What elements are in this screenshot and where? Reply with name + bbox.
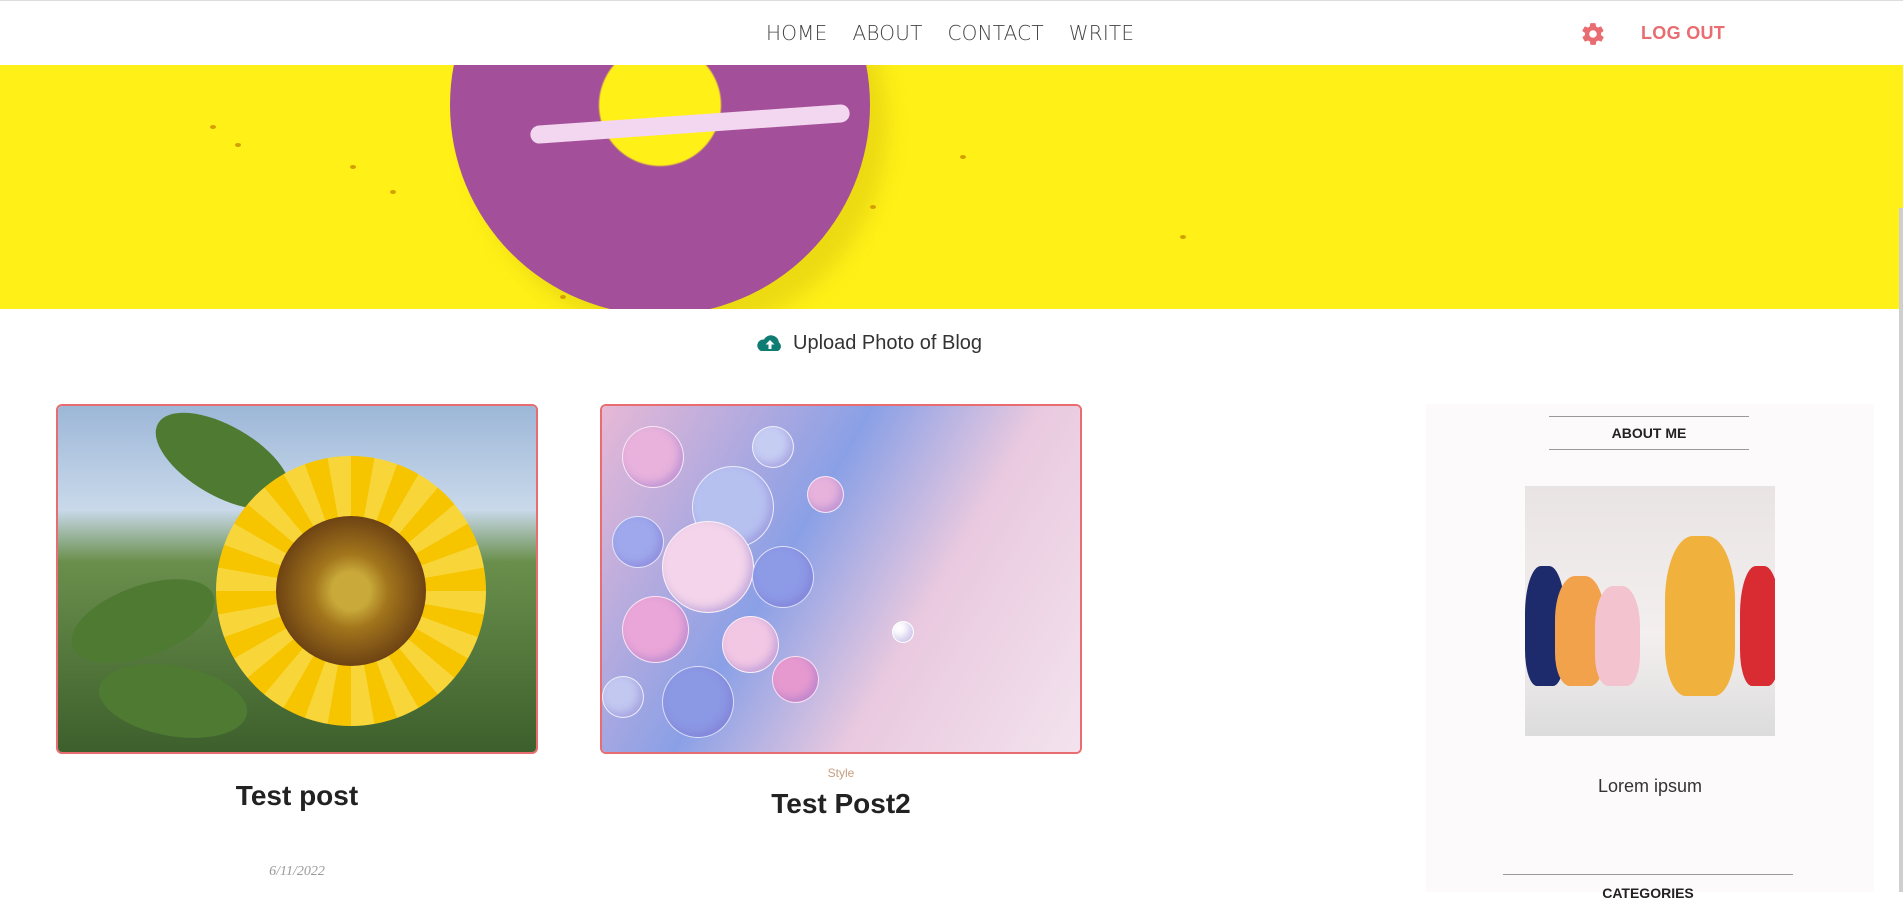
post-image[interactable] — [600, 404, 1082, 754]
header-banner-image — [0, 65, 1903, 309]
bubble — [752, 426, 794, 468]
about-me-image — [1525, 486, 1775, 736]
bubble — [807, 476, 844, 513]
figurine — [1595, 586, 1640, 686]
crumb — [560, 295, 566, 299]
gear-icon[interactable] — [1580, 21, 1606, 47]
categories-heading: CATEGORIES — [1503, 874, 1793, 901]
figurine — [1665, 536, 1735, 696]
post-title[interactable]: Test post — [56, 780, 538, 812]
sidebar: ABOUT ME Lorem ipsum CATEGORIES — [1426, 404, 1874, 901]
bubble — [722, 616, 779, 673]
post-title[interactable]: Test Post2 — [600, 788, 1082, 820]
main-nav: HOME ABOUT CONTACT WRITE — [766, 21, 1134, 45]
bubble — [662, 521, 754, 613]
about-me-heading: ABOUT ME — [1549, 416, 1749, 450]
crumb — [210, 125, 216, 129]
post-card[interactable]: Style Test Post2 — [600, 404, 1082, 872]
nav-home[interactable]: HOME — [766, 21, 827, 45]
leaf — [60, 562, 226, 680]
crumb — [960, 155, 966, 159]
bubble — [772, 656, 819, 703]
crumb — [1180, 235, 1186, 239]
bubble — [892, 621, 914, 643]
post-category[interactable]: Style — [600, 766, 1082, 780]
upload-photo-button[interactable]: Upload Photo of Blog — [755, 332, 982, 355]
leaf — [93, 653, 253, 749]
figurine — [1740, 566, 1775, 686]
crumb — [350, 165, 356, 169]
nav-write[interactable]: WRITE — [1069, 21, 1134, 45]
crumb — [235, 143, 241, 147]
bubble — [662, 666, 734, 738]
nav-about[interactable]: ABOUT — [852, 21, 922, 45]
post-category[interactable] — [56, 766, 538, 780]
bubble — [622, 596, 689, 663]
logout-button[interactable]: LOG OUT — [1641, 23, 1725, 44]
crumb — [870, 205, 876, 209]
scrollbar[interactable] — [1899, 208, 1903, 892]
post-date: 6/11/2022 — [269, 864, 325, 879]
post-card[interactable]: Test post 6/11/2022 — [56, 404, 538, 880]
upload-label: Upload Photo of Blog — [793, 332, 983, 354]
cloud-upload-icon — [757, 334, 781, 351]
sunflower-center — [276, 516, 426, 666]
bubble — [612, 516, 664, 568]
crumb — [390, 190, 396, 194]
bubble — [622, 426, 684, 488]
bubble — [752, 546, 814, 608]
bubble — [602, 676, 644, 718]
nav-contact[interactable]: CONTACT — [948, 21, 1044, 45]
top-bar: HOME ABOUT CONTACT WRITE LOG OUT — [0, 0, 1903, 65]
about-me-text: Lorem ipsum — [1597, 776, 1703, 796]
post-image[interactable] — [56, 404, 538, 754]
